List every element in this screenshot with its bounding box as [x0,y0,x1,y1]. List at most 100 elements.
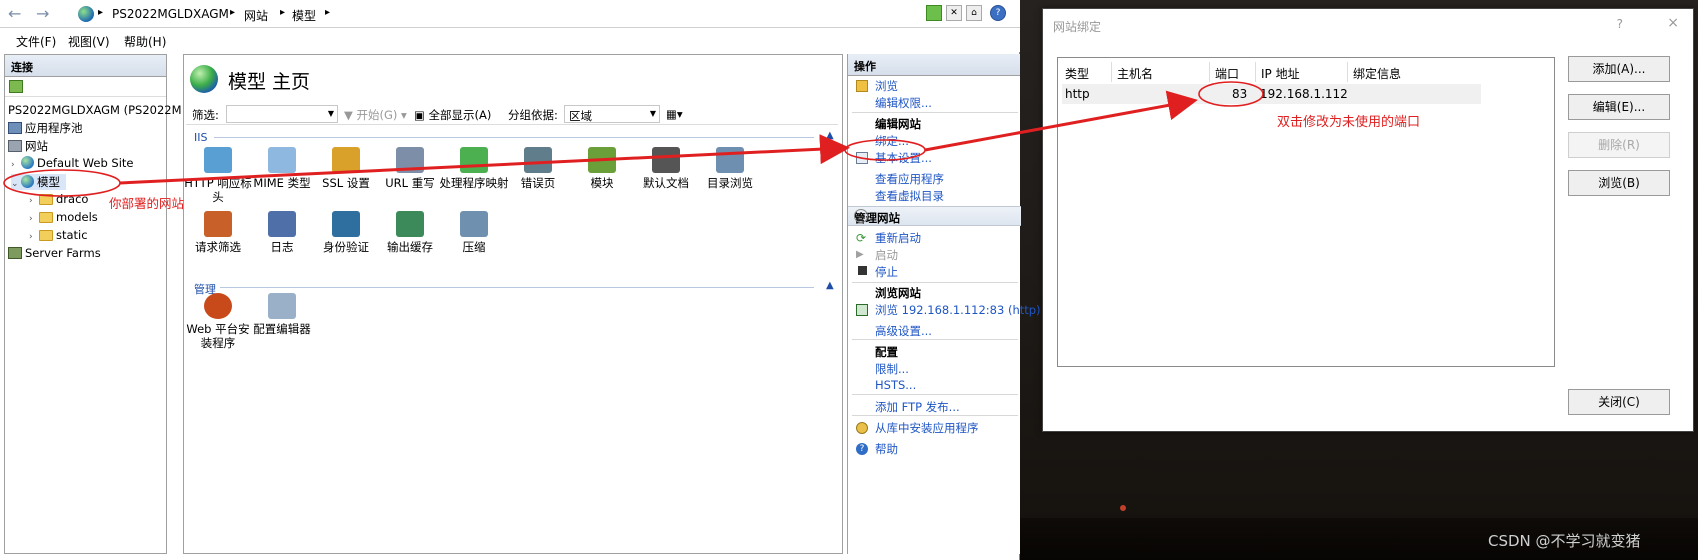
collapse-icon[interactable]: ▲ [826,130,834,141]
feature-config-editor[interactable]: 配置编辑器 [246,293,318,336]
chevron-right-icon: ▸ [325,7,331,18]
site-globe-icon [190,65,218,93]
chevron-right-icon: › [29,232,33,242]
feature-authentication[interactable]: 身份验证 [310,211,382,254]
chevron-right-icon: ▸ [280,7,286,18]
edit-button[interactable]: 编辑(E)... [1568,94,1670,120]
menu-view[interactable]: 视图(V) [68,33,110,50]
tree-item-static[interactable]: › static [29,228,88,242]
globe-icon [21,175,34,188]
feature-http-headers[interactable]: HTTP 响应标头 [182,147,254,204]
go-icon[interactable] [926,5,942,21]
page-title: 模型 主页 [228,71,311,93]
actions-pane: 操作 浏览 编辑权限... 编辑网站 绑定... 基本设置... 查看应用程序 … [847,54,1041,554]
action-hsts[interactable]: HSTS... [875,378,916,392]
cell-ip: 192.168.1.112 [1260,87,1348,101]
column-header-type[interactable]: 类型 [1060,62,1112,82]
watermark: CSDN @不学习就变猪 [1488,532,1641,550]
action-browse-url[interactable]: 浏览 192.168.1.112:83 (http) [875,302,1041,318]
authentication-icon [332,211,360,237]
action-view-apps[interactable]: 查看应用程序 [875,171,944,187]
browse-button[interactable]: 浏览(B) [1568,170,1670,196]
close-button[interactable]: 关闭(C) [1568,389,1670,415]
start-filter-button[interactable]: ▼ 开始(G) ▾ [344,107,407,123]
close-icon[interactable]: × [1667,15,1679,31]
tree-item-draco[interactable]: › draco [29,192,88,206]
action-stop[interactable]: 停止 [875,264,898,280]
modules-icon [588,147,616,173]
section-iis: IIS [194,131,208,144]
group-by-select[interactable]: 区域 ▼ [564,105,660,123]
feature-compression[interactable]: 压缩 [438,211,510,254]
feature-web-platform-installer[interactable]: Web 平台安装程序 [182,293,254,350]
action-add-ftp[interactable]: 添加 FTP 发布... [875,399,960,415]
action-restart[interactable]: 重新启动 [875,230,921,246]
home-icon[interactable]: ⌂ [966,5,982,21]
action-view-vdirs[interactable]: 查看虚拟目录 [875,188,944,204]
action-edit-permissions[interactable]: 编辑权限... [875,95,932,111]
breadcrumb-site[interactable]: 模型 [292,7,316,24]
features-pane: 模型 主页 筛选: ▼ ▼ 开始(G) ▾ ▣ 全部显示(A) 分组依据: 区域… [183,54,843,554]
column-header-info[interactable]: 绑定信息 [1348,62,1448,82]
action-install-gallery[interactable]: 从库中安装应用程序 [875,420,979,436]
breadcrumb-sites[interactable]: 网站 [244,7,268,24]
tree-item-sites[interactable]: 网站 [8,138,48,154]
browse-url-icon [856,304,868,316]
connect-icon[interactable] [9,80,23,93]
menu-help[interactable]: 帮助(H) [124,33,166,50]
feature-error-pages[interactable]: 错误页 [502,147,574,190]
feature-handler-mappings[interactable]: 处理程序映射 [438,147,510,190]
action-help[interactable]: 帮助 [875,441,898,457]
add-button[interactable]: 添加(A)... [1568,56,1670,82]
tree-item-model-site[interactable]: ⌄ 模型 [11,174,66,190]
tree-item-app-pools[interactable]: 应用程序池 [8,120,83,136]
divider [214,137,814,138]
tree-item-server[interactable]: PS2022MGLDXAGM (PS2022M [8,103,182,117]
feature-request-filtering[interactable]: 请求筛选 [182,211,254,254]
feature-mime-types[interactable]: MIME 类型 [246,147,318,190]
web-platform-installer-icon [204,293,232,319]
feature-logging[interactable]: 日志 [246,211,318,254]
show-all-button[interactable]: ▣ 全部显示(A) [414,107,491,123]
forward-icon[interactable]: → [36,4,49,23]
play-icon: ▶ [856,249,864,260]
action-bindings[interactable]: 绑定... [875,133,909,149]
feature-ssl-lock[interactable]: SSL 设置 [310,147,382,190]
filter-input[interactable]: ▼ [226,105,338,123]
globe-icon [78,6,94,22]
default-document-icon [652,147,680,173]
tree-item-server-farms[interactable]: Server Farms [8,246,101,260]
feature-url-rewrite[interactable]: URL 重写 [374,147,446,190]
remove-button[interactable]: 删除(R) [1568,132,1670,158]
help-icon[interactable]: ? [990,5,1006,21]
feature-modules[interactable]: 模块 [566,147,638,190]
column-header-port[interactable]: 端口 [1210,62,1256,82]
action-advanced-settings[interactable]: 高级设置... [875,323,932,339]
mime-types-icon [268,147,296,173]
view-mode-icon[interactable]: ▦▾ [666,107,683,121]
column-header-host[interactable]: 主机名 [1112,62,1210,82]
feature-output-cache[interactable]: 输出缓存 [374,211,446,254]
folder-icon [39,194,53,205]
gallery-icon [856,422,868,434]
chevron-down-icon: ▼ [649,109,656,118]
tree-item-models[interactable]: › models [29,210,98,224]
menu-file[interactable]: 文件(F) [16,33,56,50]
action-basic-settings[interactable]: 基本设置... [875,150,932,166]
help-question-icon[interactable]: ? [1617,17,1623,31]
tree-item-default-web-site[interactable]: › Default Web Site [11,156,133,170]
action-browse[interactable]: 浏览 [875,78,898,94]
feature-directory-browsing[interactable]: 目录浏览 [694,147,766,190]
feature-default-document[interactable]: 默认文档 [630,147,702,190]
breadcrumb-server[interactable]: PS2022MGLDXAGM [112,7,229,21]
logging-icon [268,211,296,237]
stop-icon[interactable]: ✕ [946,5,962,21]
collapse-icon[interactable]: ︿ [854,209,868,223]
collapse-icon[interactable]: ▲ [826,280,834,291]
back-icon[interactable]: ← [8,4,21,23]
column-header-ip[interactable]: IP 地址 [1256,62,1348,82]
action-start[interactable]: 启动 [875,247,898,263]
action-limits[interactable]: 限制... [875,361,909,377]
manage-site-group[interactable]: 管理网站 ︿ [848,206,1021,226]
table-row[interactable]: http 83 192.168.1.112 [1062,84,1481,104]
